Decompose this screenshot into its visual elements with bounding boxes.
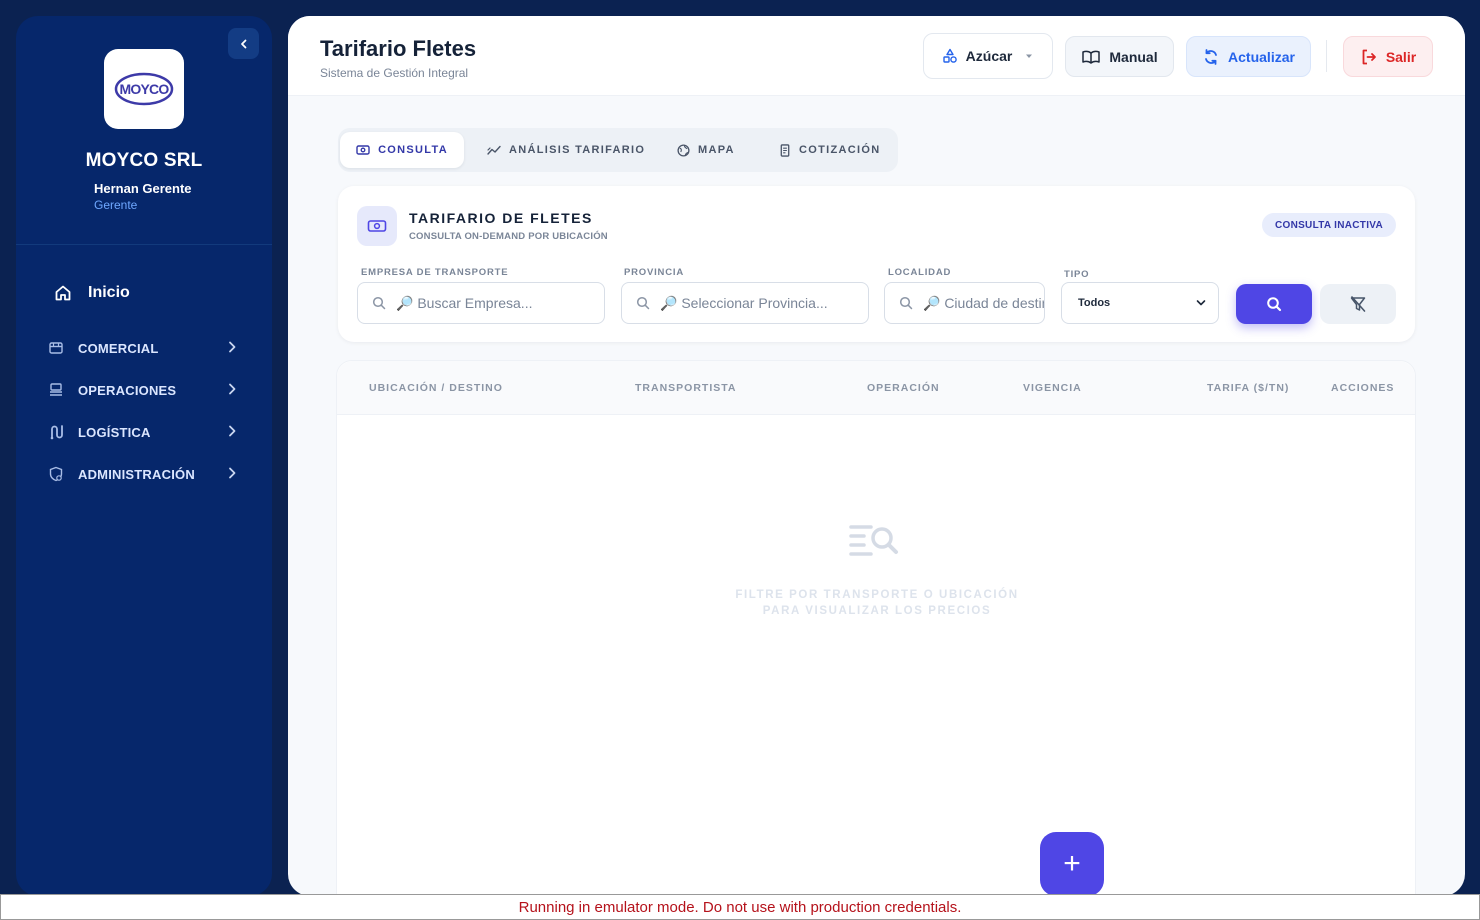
tab-bar: CONSULTA ANÁLISIS TARIFARIO MAPA COTIZAC…	[338, 128, 898, 172]
localidad-label: LOCALIDAD	[888, 267, 952, 278]
filter-card: TARIFARIO DE FLETES CONSULTA ON-DEMAND P…	[338, 186, 1415, 342]
sidebar-item-comercial[interactable]: COMERCIAL	[48, 336, 238, 360]
caret-down-icon	[1026, 54, 1033, 58]
sidebar-item-label: Inicio	[88, 284, 130, 301]
tipo-select[interactable]: Todos	[1061, 282, 1219, 324]
card-subtitle: CONSULTA ON-DEMAND POR UBICACIÓN	[409, 231, 608, 242]
refresh-label: Actualizar	[1228, 48, 1295, 65]
sidebar-divider	[16, 244, 272, 245]
emulator-warning-banner: Running in emulator mode. Do not use wit…	[0, 894, 1480, 920]
globe-icon	[677, 143, 690, 157]
shield-user-icon	[48, 466, 64, 482]
tab-consulta[interactable]: CONSULTA	[340, 132, 464, 168]
route-icon	[48, 424, 64, 440]
money-bill-icon	[356, 145, 370, 155]
manual-button[interactable]: Manual	[1065, 36, 1174, 77]
search-list-icon	[849, 521, 903, 566]
manual-label: Manual	[1109, 48, 1158, 65]
company-logo: MOYCO	[104, 49, 184, 129]
tab-cotizacion[interactable]: COTIZACIÓN	[769, 132, 890, 168]
page-title: Tarifario Fletes	[320, 36, 477, 61]
toolbar-divider	[1326, 40, 1327, 72]
moyco-logo-icon: MOYCO	[114, 72, 174, 106]
provincia-label: PROVINCIA	[624, 267, 684, 278]
card-title: TARIFARIO DE FLETES	[409, 210, 593, 226]
inbox-stack-icon	[48, 382, 64, 398]
main-content: Tarifario Fletes Sistema de Gestión Inte…	[288, 16, 1465, 896]
company-name: MOYCO SRL	[85, 150, 203, 171]
localidad-search-field	[884, 282, 1045, 324]
sidebar-item-label: LOGÍSTICA	[78, 424, 151, 440]
sidebar: MOYCO MOYCO SRL Hernan Gerente Gerente I…	[16, 16, 272, 896]
add-tariff-button[interactable]: +	[1040, 832, 1104, 896]
sidebar-item-label: COMERCIAL	[78, 340, 159, 356]
column-header: UBICACIÓN / DESTINO	[369, 382, 503, 394]
chevron-right-icon	[229, 425, 236, 437]
column-header: TARIFA ($/TN)	[1207, 382, 1290, 394]
logout-label: Salir	[1385, 48, 1417, 65]
svg-text:MOYCO: MOYCO	[120, 81, 170, 97]
sidebar-item-operaciones[interactable]: OPERACIONES	[48, 378, 238, 402]
tab-label: CONSULTA	[378, 144, 448, 156]
sidebar-item-label: ADMINISTRACIÓN	[78, 466, 195, 482]
clear-filters-button[interactable]	[1320, 284, 1396, 324]
empresa-input[interactable]	[396, 295, 604, 311]
empresa-label: EMPRESA DE TRANSPORTE	[361, 267, 509, 278]
tariff-table: UBICACIÓN / DESTINO TRANSPORTISTA OPERAC…	[336, 360, 1416, 896]
user-name: Hernan Gerente	[94, 181, 192, 196]
table-header: UBICACIÓN / DESTINO TRANSPORTISTA OPERAC…	[337, 361, 1415, 415]
user-role: Gerente	[94, 198, 138, 212]
tab-label: MAPA	[698, 144, 735, 156]
tipo-label: TIPO	[1064, 269, 1090, 280]
refresh-icon	[1205, 48, 1217, 65]
chevron-right-icon	[229, 383, 236, 395]
chevron-left-icon	[240, 39, 246, 48]
page-subtitle: Sistema de Gestión Integral	[320, 66, 469, 80]
search-icon	[899, 296, 913, 310]
search-button[interactable]	[1236, 284, 1312, 324]
sidebar-item-label: OPERACIONES	[78, 382, 177, 398]
trend-icon	[487, 145, 501, 155]
sidebar-item-inicio[interactable]: Inicio	[54, 284, 130, 302]
tab-mapa[interactable]: MAPA	[667, 132, 745, 168]
empresa-search-field	[357, 282, 605, 324]
receipt-icon	[780, 143, 790, 157]
column-header: ACCIONES	[1331, 382, 1395, 394]
localidad-input[interactable]	[923, 295, 1044, 311]
store-icon	[48, 340, 64, 356]
product-selector[interactable]: Azúcar	[923, 33, 1053, 79]
provincia-search-field	[621, 282, 869, 324]
tab-label: COTIZACIÓN	[799, 144, 881, 156]
search-icon	[636, 296, 650, 310]
tipo-selected-value: Todos	[1078, 297, 1111, 309]
provincia-input[interactable]	[660, 295, 868, 311]
empty-line-1: FILTRE POR TRANSPORTE O UBICACIÓN	[735, 589, 1019, 601]
empty-line-2: PARA VISUALIZAR LOS PRECIOS	[762, 605, 992, 617]
chevron-right-icon	[229, 341, 236, 353]
column-header: OPERACIÓN	[867, 382, 940, 394]
home-icon	[55, 285, 71, 301]
sidebar-item-administracion[interactable]: ADMINISTRACIÓN	[48, 462, 238, 486]
product-label: Azúcar	[965, 48, 1013, 64]
refresh-button[interactable]: Actualizar	[1186, 36, 1311, 77]
money-bill-icon	[357, 206, 397, 246]
empty-state-message: FILTRE POR TRANSPORTE O UBICACIÓN PARA V…	[677, 587, 1077, 619]
tab-analisis-tarifario[interactable]: ANÁLISIS TARIFARIO	[477, 132, 655, 168]
search-icon	[372, 296, 386, 310]
logout-button[interactable]: Salir	[1343, 36, 1433, 77]
column-header: VIGENCIA	[1023, 382, 1082, 394]
tab-label: ANÁLISIS TARIFARIO	[509, 144, 646, 156]
sidebar-item-logistica[interactable]: LOGÍSTICA	[48, 420, 238, 444]
filter-off-icon	[1350, 296, 1366, 312]
column-header: TRANSPORTISTA	[635, 382, 737, 394]
status-badge: CONSULTA INACTIVA	[1262, 213, 1396, 237]
logout-icon	[1362, 49, 1376, 64]
chevron-down-icon	[1196, 300, 1206, 306]
top-bar: Tarifario Fletes Sistema de Gestión Inte…	[288, 16, 1465, 96]
book-open-icon	[1082, 50, 1101, 64]
search-icon	[1267, 297, 1282, 312]
collapse-sidebar-button[interactable]	[228, 28, 259, 59]
chevron-right-icon	[229, 467, 236, 479]
shapes-icon	[942, 48, 957, 63]
